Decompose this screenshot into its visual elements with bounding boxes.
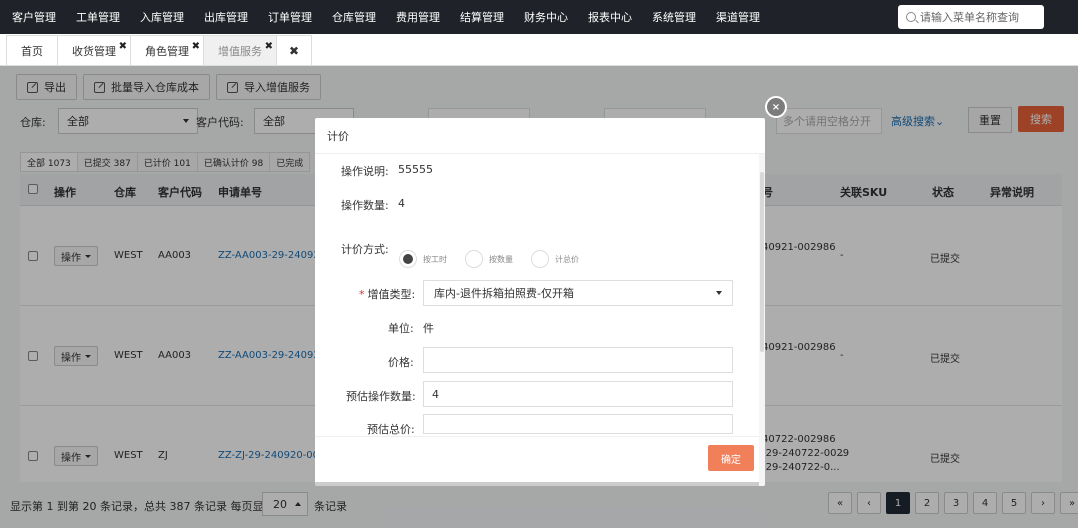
est-total-label: 预估总价: [367, 423, 415, 436]
confirm-button[interactable]: 确定 [708, 445, 754, 471]
op-desc-value: 55555 [398, 163, 433, 176]
est-total-input[interactable] [423, 414, 733, 434]
nav-item[interactable]: 财务中心 [514, 9, 578, 25]
radio-total-label: 计总价 [555, 254, 579, 264]
radio-total[interactable] [531, 250, 549, 268]
menu-search-input[interactable] [920, 10, 1038, 24]
nav-item[interactable]: 客户管理 [0, 9, 66, 25]
nav-item[interactable]: 结算管理 [450, 9, 514, 25]
unit-value: 件 [423, 322, 434, 335]
nav-item[interactable]: 报表中心 [578, 9, 642, 25]
modal-scrollbar-thumb[interactable] [760, 172, 764, 352]
radio-by-hour[interactable] [399, 250, 417, 268]
vas-type-label: * 增值类型: [359, 286, 415, 302]
tab-item[interactable]: 增值服务 ✖ [203, 35, 277, 65]
pricing-label: 计价方式: [341, 243, 389, 256]
vas-type-label-text: 增值类型: [367, 288, 416, 301]
tab-label: 首页 [21, 44, 43, 58]
nav-item[interactable]: 费用管理 [386, 9, 450, 25]
vas-type-select[interactable]: 库内-退件拆箱拍照费-仅开箱 [423, 280, 733, 306]
tab-item[interactable]: 收货管理 ✖ [57, 35, 131, 65]
required-marker: * [359, 288, 365, 301]
tab-label: 收货管理 [72, 44, 116, 58]
price-label: 价格: [388, 356, 414, 369]
tab-label: 增值服务 [218, 44, 262, 58]
unit-label: 单位: [388, 322, 414, 335]
horizontal-scrollbar[interactable] [315, 482, 759, 486]
pricing-radio-group: 按工时 按数量 计总价 [399, 250, 597, 268]
modal-divider [315, 436, 759, 437]
modal-title: 计价 [315, 118, 765, 154]
nav-item[interactable]: 仓库管理 [322, 9, 386, 25]
close-all-tabs-button[interactable]: ✖ [276, 35, 313, 65]
est-qty-label: 预估操作数量: [346, 390, 416, 403]
radio-by-qty[interactable] [465, 250, 483, 268]
tab-close-icon[interactable]: ✖ [192, 41, 200, 52]
nav-item[interactable]: 出库管理 [194, 9, 258, 25]
op-qty-label: 操作数量: [341, 199, 389, 212]
search-icon [906, 12, 916, 22]
tab-item[interactable]: 角色管理 ✖ [130, 35, 204, 65]
menu-search[interactable] [898, 5, 1044, 29]
price-input[interactable] [423, 347, 733, 373]
nav-item[interactable]: 入库管理 [130, 9, 194, 25]
radio-by-hour-label: 按工时 [423, 254, 447, 264]
pricing-modal: 计价 操作说明: 55555 操作数量: 4 计价方式: 按工时 按数量 计总价… [315, 118, 765, 486]
modal-scrollbar[interactable] [759, 154, 765, 486]
tab-close-icon[interactable]: ✖ [119, 41, 127, 52]
nav-item[interactable]: 工单管理 [66, 9, 130, 25]
tab-label: 角色管理 [145, 44, 189, 58]
chevron-down-icon [716, 291, 722, 295]
nav-item[interactable]: 订单管理 [258, 9, 322, 25]
radio-by-qty-label: 按数量 [489, 254, 513, 264]
op-qty-value: 4 [398, 197, 405, 210]
op-desc-label: 操作说明: [341, 165, 389, 178]
nav-item[interactable]: 系统管理 [642, 9, 706, 25]
nav-item[interactable]: 渠道管理 [706, 9, 770, 25]
close-icon[interactable]: × [765, 96, 787, 118]
tab-bar: 首页 收货管理 ✖ 角色管理 ✖ 增值服务 ✖ ✖ [0, 34, 1078, 66]
vas-type-value: 库内-退件拆箱拍照费-仅开箱 [434, 287, 574, 300]
est-qty-input[interactable]: 4 [423, 381, 733, 407]
tab-item[interactable]: 首页 [6, 35, 58, 65]
tab-close-icon[interactable]: ✖ [265, 41, 273, 52]
